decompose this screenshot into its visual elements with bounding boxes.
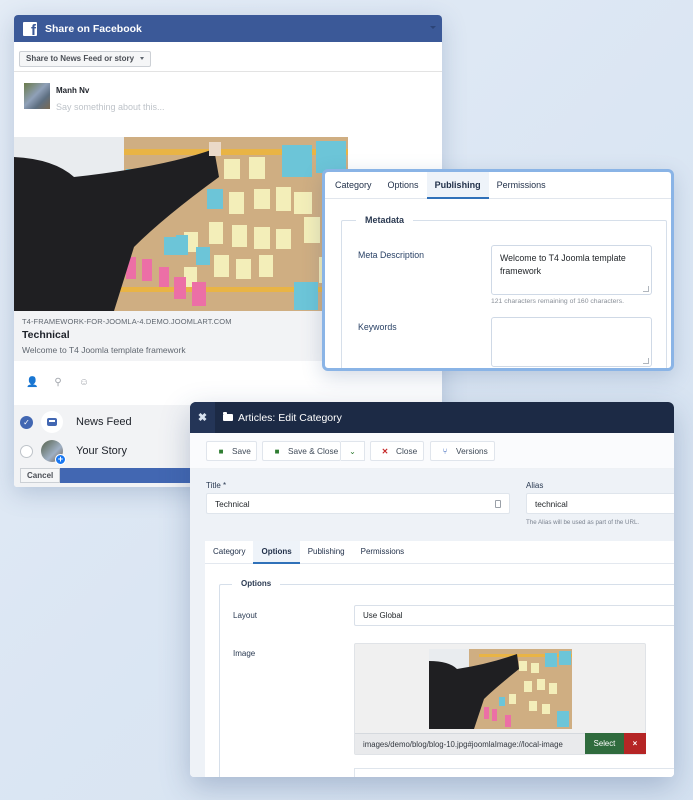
close-label: Close bbox=[396, 446, 418, 456]
tab-options[interactable]: Options bbox=[380, 172, 427, 199]
meta-description-label: Meta Description bbox=[358, 250, 425, 260]
news-feed-icon bbox=[41, 411, 63, 433]
post-message-input[interactable]: Say something about this... bbox=[56, 102, 165, 112]
save-button[interactable]: ■ Save bbox=[206, 441, 257, 461]
composer-actions: 👤 ⚲ ☺ bbox=[26, 377, 90, 388]
next-field-input[interactable] bbox=[354, 768, 674, 777]
save-close-button[interactable]: ■ Save & Close bbox=[262, 441, 341, 461]
meta-description-hint: 121 characters remaining of 160 characte… bbox=[491, 298, 624, 305]
tab-publishing[interactable]: Publishing bbox=[300, 541, 353, 564]
layout-value: Use Global bbox=[363, 611, 403, 620]
tab-publishing[interactable]: Publishing bbox=[426, 172, 489, 199]
sticky-notes-thumbnail bbox=[429, 649, 572, 729]
joomla-edit-category-window: ✖ Articles: Edit Category ■ Save ■ Save … bbox=[190, 402, 674, 777]
alias-input[interactable]: technical bbox=[526, 493, 674, 514]
user-name: Manh Nv bbox=[56, 86, 90, 95]
share-target-select[interactable]: Share to News Feed or story bbox=[19, 50, 152, 67]
chevron-down-icon: ⌄ bbox=[349, 446, 356, 456]
options-card: Category Options Publishing Permissions … bbox=[205, 541, 674, 777]
options-legend: Options bbox=[232, 579, 281, 588]
your-story-label: Your Story bbox=[76, 445, 127, 457]
save-label: Save bbox=[232, 446, 251, 456]
keywords-textarea[interactable] bbox=[491, 317, 652, 367]
share-target-row: Share to News Feed or story bbox=[14, 42, 442, 72]
share-target-value: Share to News Feed or story bbox=[26, 54, 135, 63]
meta-description-textarea[interactable]: Welcome to T4 Joomla template framework bbox=[491, 245, 652, 295]
destination-news-feed[interactable]: ✓ News Feed bbox=[20, 411, 132, 433]
options-fieldset: Options Layout Use Global Image images/d… bbox=[219, 579, 674, 777]
alias-label: Alias bbox=[526, 481, 544, 490]
story-avatar: + bbox=[41, 440, 66, 465]
news-feed-label: News Feed bbox=[76, 416, 132, 428]
location-pin-icon[interactable]: ⚲ bbox=[52, 377, 64, 388]
composer: Manh Nv Say something about this... bbox=[14, 72, 442, 137]
facebook-logo-icon: f bbox=[23, 21, 37, 36]
category-tabs: Category Options Publishing Permissions bbox=[205, 541, 674, 564]
branch-icon: ⑂ bbox=[442, 446, 448, 456]
tab-options[interactable]: Options bbox=[253, 541, 300, 564]
tab-category[interactable]: Category bbox=[327, 172, 380, 199]
feeling-icon[interactable]: ☺ bbox=[78, 377, 90, 388]
folder-icon bbox=[223, 412, 233, 421]
alias-value: technical bbox=[535, 498, 568, 509]
joomla-header: ✖ Articles: Edit Category bbox=[190, 402, 674, 433]
close-icon: ✕ bbox=[381, 446, 389, 456]
toolbar: ■ Save ■ Save & Close ⌄ ✕ Close ⑂ Versio… bbox=[190, 433, 674, 469]
image-path-input[interactable]: images/demo/blog/blog-10.jpg#joomlaImage… bbox=[355, 733, 585, 754]
floppy-disk-icon: ■ bbox=[218, 446, 224, 456]
title-label: Title * bbox=[206, 481, 227, 490]
close-button[interactable]: ✕ Close bbox=[370, 441, 424, 461]
layout-select[interactable]: Use Global bbox=[354, 605, 674, 626]
header-chevron-down-icon[interactable] bbox=[430, 26, 436, 29]
caret-down-icon bbox=[140, 57, 145, 60]
image-label: Image bbox=[233, 649, 256, 658]
cancel-button[interactable]: Cancel bbox=[20, 468, 61, 483]
layout-label: Layout bbox=[233, 611, 258, 620]
sticky-notes-photo bbox=[14, 137, 348, 311]
image-media-field: images/demo/blog/blog-10.jpg#joomlaImage… bbox=[354, 643, 646, 755]
user-avatar bbox=[24, 83, 50, 109]
destination-your-story[interactable]: + Your Story bbox=[20, 440, 127, 465]
page-title: Articles: Edit Category bbox=[238, 411, 342, 424]
versions-button[interactable]: ⑂ Versions bbox=[430, 441, 495, 461]
title-value: Technical bbox=[215, 498, 250, 509]
char-counter-icon bbox=[495, 500, 501, 508]
clear-image-button[interactable]: × bbox=[624, 733, 646, 754]
metadata-legend: Metadata bbox=[356, 215, 414, 225]
news-feed-checkbox[interactable]: ✓ bbox=[20, 415, 33, 429]
publishing-metadata-panel: Category Options Publishing Permissions … bbox=[322, 169, 674, 371]
title-input[interactable]: Technical bbox=[206, 493, 510, 514]
plus-icon: + bbox=[55, 454, 66, 465]
facebook-dialog-title: Share on Facebook bbox=[45, 22, 142, 35]
tab-permissions[interactable]: Permissions bbox=[489, 172, 554, 199]
facebook-header: f Share on Facebook bbox=[14, 15, 442, 42]
keywords-label: Keywords bbox=[358, 322, 397, 332]
save-close-label: Save & Close bbox=[288, 446, 339, 456]
floppy-disk-icon: ■ bbox=[274, 446, 280, 456]
publishing-tabs: Category Options Publishing Permissions bbox=[325, 172, 671, 199]
save-options-dropdown[interactable]: ⌄ bbox=[341, 441, 365, 461]
image-preview bbox=[429, 649, 572, 729]
joomla-logo-icon[interactable]: ✖ bbox=[190, 402, 215, 433]
tag-friends-icon[interactable]: 👤 bbox=[26, 377, 38, 388]
tab-category[interactable]: Category bbox=[205, 541, 253, 564]
alias-hint: The Alias will be used as part of the UR… bbox=[526, 519, 640, 526]
versions-label: Versions bbox=[456, 446, 488, 456]
select-image-button[interactable]: Select bbox=[585, 733, 624, 754]
tab-permissions[interactable]: Permissions bbox=[353, 541, 413, 564]
your-story-checkbox[interactable] bbox=[20, 444, 33, 458]
link-preview-image bbox=[14, 137, 348, 311]
metadata-fieldset: Metadata Meta Description Welcome to T4 … bbox=[341, 215, 667, 368]
